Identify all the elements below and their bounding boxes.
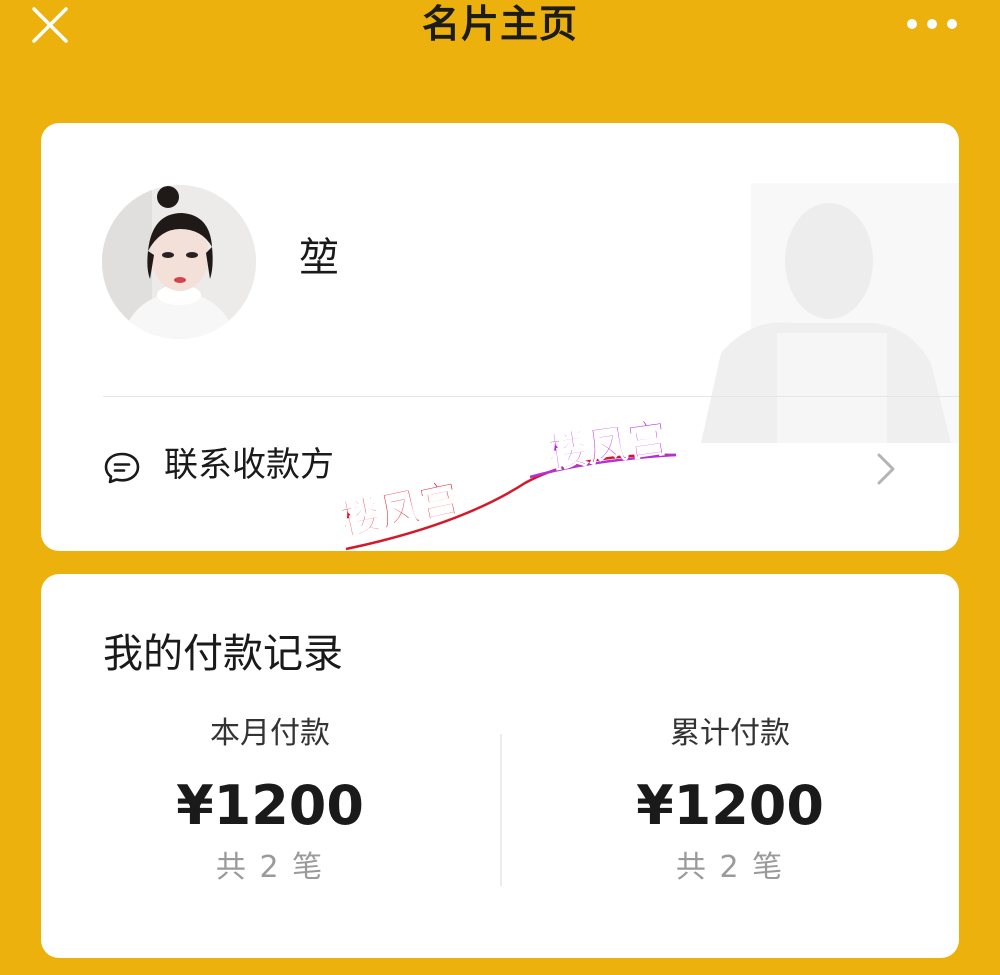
chevron-right-icon [873, 449, 899, 489]
user-name: 堃 [299, 235, 339, 281]
contact-payee-label: 联系收款方 [164, 445, 334, 485]
total-payment-amount: ¥1200 [636, 774, 824, 837]
profile-card: 堃 联系收款方 [41, 123, 959, 551]
total-payment-stat: 累计付款 ¥1200 共 2 笔 [501, 714, 959, 888]
page-title: 名片主页 [421, 2, 578, 46]
avatar[interactable] [102, 185, 256, 339]
payment-records-card: 我的付款记录 本月付款 ¥1200 共 2 笔 累计付款 ¥1200 共 2 笔 [41, 574, 959, 958]
contact-payee-row[interactable]: 联系收款方 [41, 397, 959, 551]
more-icon[interactable] [904, 6, 960, 42]
chat-bubble-icon [103, 449, 141, 487]
monthly-payment-stat: 本月付款 ¥1200 共 2 笔 [41, 714, 499, 888]
monthly-payment-label: 本月付款 [210, 716, 330, 751]
monthly-payment-count: 共 2 笔 [215, 850, 325, 885]
payment-records-title: 我的付款记录 [103, 631, 343, 677]
total-payment-label: 累计付款 [670, 716, 790, 751]
monthly-payment-amount: ¥1200 [176, 774, 364, 837]
total-payment-count: 共 2 笔 [675, 850, 785, 885]
top-bar: 名片主页 [0, 0, 1000, 60]
